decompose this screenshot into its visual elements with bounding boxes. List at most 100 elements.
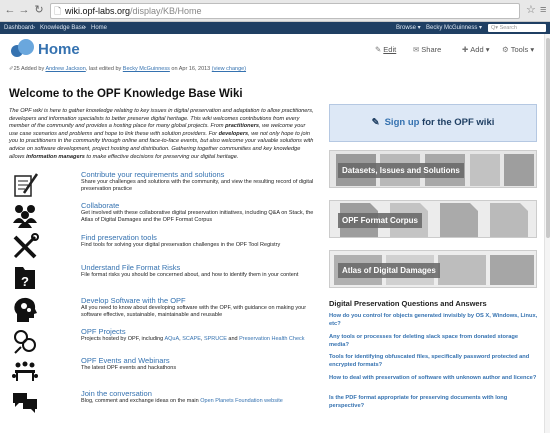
svg-text:?: ? [21, 274, 29, 289]
intro-text: to make effective decisions for preservi… [84, 153, 239, 160]
user-menu[interactable]: Becky McGuinness ▾ [426, 22, 482, 34]
qa-question-link[interactable]: How to deal with preservation of softwar… [329, 375, 539, 383]
share-label: Share [421, 45, 442, 54]
signup-text: for the OPF wiki [419, 117, 495, 128]
back-arrow-icon[interactable]: ← [4, 3, 16, 18]
plus-icon: ✚ [462, 45, 469, 54]
desc-text: Projects hosted by OPF, including [81, 336, 165, 342]
people-icon [13, 205, 37, 228]
add-label: Add ▾ [470, 45, 490, 54]
breadcrumb-separator: › [33, 25, 35, 31]
item-title[interactable]: OPF Projects [81, 327, 126, 336]
qa-question-link[interactable]: Tools for identifying obfuscated files, … [329, 354, 539, 369]
add-button[interactable]: ✚ Add ▾ [462, 45, 490, 54]
page-title: Home [38, 41, 80, 58]
pencil-icon: ✎ [375, 45, 382, 54]
url-path: /display/KB/Home [130, 6, 202, 16]
list-item-file-formats: ? Understand File Format Risks File form… [9, 263, 319, 295]
url-host: wiki.opf-labs.org [65, 6, 131, 16]
byline-prefix: 25 Added by [13, 66, 45, 72]
signup-button[interactable]: ✎ Sign up for the OPF wiki [329, 104, 537, 142]
banner-label: OPF Format Corpus [338, 213, 423, 228]
intro-paragraph: The OPF wiki is here to gather knowledge… [9, 108, 315, 161]
list-item-develop: Develop Software with the OPF All you ne… [9, 296, 319, 328]
browse-menu[interactable]: Browse ▾ [396, 22, 421, 34]
view-change-link[interactable]: (view change) [212, 66, 246, 72]
item-description: The latest OPF events and hackathons [81, 365, 177, 371]
projects-icon [14, 330, 36, 354]
file-question-icon: ? [15, 267, 35, 289]
list-item-tools: Find preservation tools Find tools for s… [9, 233, 319, 265]
site-header: Dashboard › Knowledge Base › Home Browse… [0, 22, 550, 34]
breadcrumb-knowledge-base[interactable]: Knowledge Base [40, 22, 85, 34]
meeting-icon [12, 361, 38, 381]
tools-button[interactable]: ⚙ Tools ▾ [502, 45, 534, 54]
page-info-icon[interactable]: 🗋 [54, 4, 61, 18]
intro-bold: developers [218, 130, 249, 137]
item-title[interactable]: Understand File Format Risks [81, 263, 180, 272]
notepad-icon [14, 173, 39, 197]
browser-window: ← → ↻ 🗋 wiki.opf-labs.org/display/KB/Home… [0, 0, 550, 433]
star-icon[interactable]: ☆ [526, 4, 536, 17]
format-corpus-banner[interactable]: OPF Format Corpus [329, 200, 537, 238]
signup-link: Sign up [384, 117, 420, 128]
desc-text: and [226, 336, 240, 342]
item-title[interactable]: OPF Events and Webinars [81, 356, 170, 365]
preservation-health-check-link[interactable]: Preservation Health Check [239, 336, 304, 342]
atlas-banner[interactable]: Atlas of Digital Damages [329, 250, 537, 288]
item-title[interactable]: Contribute your requirements and solutio… [81, 170, 224, 179]
item-title[interactable]: Find preservation tools [81, 233, 157, 242]
byline-editor-link[interactable]: Becky McGuinness [123, 66, 170, 72]
share-button[interactable]: ✉ Share [413, 45, 441, 54]
item-description: Find tools for solving your digital pres… [81, 242, 281, 248]
list-item-events: OPF Events and Webinars The latest OPF e… [9, 356, 319, 388]
breadcrumb-separator: › [84, 25, 86, 31]
intro-bold: practitioners [225, 123, 259, 130]
banner-label: Atlas of Digital Damages [338, 263, 440, 278]
tools-icon [13, 233, 39, 259]
qa-question-link[interactable]: Is the PDF format appropriate for preser… [329, 395, 539, 410]
list-item-collaborate: Collaborate Get involved with these coll… [9, 201, 319, 233]
breadcrumb-dashboard[interactable]: Dashboard [4, 22, 33, 34]
address-bar[interactable]: 🗋 wiki.opf-labs.org/display/KB/Home [50, 3, 520, 19]
page-scrollbar[interactable] [544, 34, 550, 433]
desc-text: Blog, comment and exchange ideas on the … [81, 398, 201, 404]
item-description: Get involved with these collaborative di… [81, 210, 314, 223]
byline-author-link[interactable]: Andrew Jackson [45, 66, 85, 72]
item-description: Blog, comment and exchange ideas on the … [81, 398, 317, 405]
item-description: File format risks you should be concerne… [81, 272, 299, 278]
menu-icon[interactable]: ≡ [540, 4, 546, 17]
item-title[interactable]: Collaborate [81, 201, 119, 210]
speech-bubbles-icon [13, 393, 37, 413]
opf-website-link[interactable]: Open Planets Foundation website [200, 398, 283, 404]
list-item-projects: OPF Projects Projects hosted by OPF, inc… [9, 327, 319, 359]
breadcrumb-home[interactable]: Home [91, 22, 107, 34]
welcome-heading: Welcome to the OPF Knowledge Base Wiki [9, 88, 243, 100]
scape-link[interactable]: SCAPE [182, 336, 201, 342]
qa-question-link[interactable]: How do you control for objects generated… [329, 313, 539, 328]
list-item-conversation: Join the conversation Blog, comment and … [9, 389, 319, 421]
opf-logo-icon [11, 39, 34, 57]
aqua-link[interactable]: AQuA [164, 336, 179, 342]
intro-bold: information managers [26, 153, 85, 160]
search-input[interactable]: Q▾ Search [488, 24, 546, 32]
item-title[interactable]: Join the conversation [81, 389, 152, 398]
gear-icon: ⚙ [502, 45, 509, 54]
reload-icon[interactable]: ↻ [33, 3, 45, 18]
browser-toolbar: ← → ↻ 🗋 wiki.opf-labs.org/display/KB/Home… [0, 0, 550, 22]
qa-heading: Digital Preservation Questions and Answe… [329, 299, 487, 308]
item-description: Projects hosted by OPF, including AQuA, … [81, 336, 317, 343]
qa-question-link[interactable]: Any tools or processes for deleting slac… [329, 334, 539, 349]
spruce-link[interactable]: SPRUCE [204, 336, 227, 342]
tools-label: Tools ▾ [510, 45, 535, 54]
edit-label: Edit [383, 45, 397, 54]
item-title[interactable]: Develop Software with the OPF [81, 296, 186, 305]
item-description: All you need to know about developing so… [81, 305, 307, 318]
edit-icon: ✎ [371, 117, 380, 128]
envelope-icon: ✉ [413, 45, 420, 54]
datasets-banner[interactable]: Datasets, Issues and Solutions [329, 150, 537, 188]
scrollbar-thumb[interactable] [546, 38, 550, 238]
item-description: Share your challenges and solutions with… [81, 179, 314, 192]
edit-button[interactable]: ✎ Edit [375, 45, 396, 54]
forward-arrow-icon[interactable]: → [18, 3, 30, 18]
